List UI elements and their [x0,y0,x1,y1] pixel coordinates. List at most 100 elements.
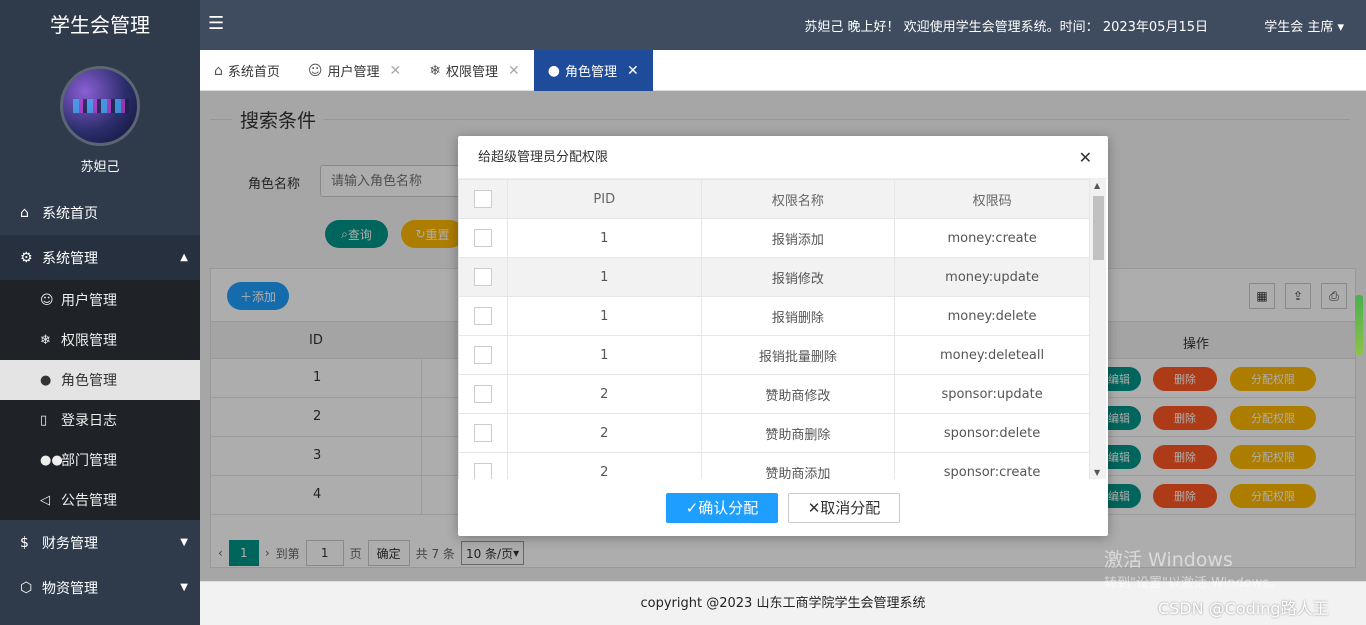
tab-permissions[interactable]: ❄ 权限管理 ✕ [415,50,533,91]
row-select-cell [458,296,508,336]
check-icon: ✓ [685,498,699,517]
snowflake-icon: ❄ [429,62,441,79]
select-all-checkbox[interactable] [473,190,492,208]
row-perm-code: sponsor:delete [894,413,1090,453]
dialog-scrollbar[interactable]: ▲ ▼ [1090,179,1106,479]
row-checkbox[interactable] [473,463,492,479]
col-pid-header: PID [506,179,702,219]
close-icon[interactable]: ✕ [508,63,520,79]
sidebar-item-roles[interactable]: ● 角色管理 [0,360,200,400]
row-select-cell [458,374,508,414]
sidebar-item-material[interactable]: ⬡ 物资管理 ▼ [0,565,200,610]
sidebar-item-label: 权限管理 [61,333,117,349]
sidebar: 学生会管理 苏妲己 ⌂ 系统首页 ⚙ 系统管理 ▲ ☺ 用户管理 ❄ 权限管理 … [0,0,200,625]
permission-row[interactable]: 1 报销添加 money:create [458,218,1090,258]
welcome-text: 苏妲己 晚上好！ 欢迎使用学生会管理系统。时间： 2023年05月15日 [804,20,1208,35]
row-checkbox[interactable] [473,229,492,247]
permission-row[interactable]: 2 赞助商修改 sponsor:update [458,374,1090,414]
col-code-header: 权限码 [894,179,1090,219]
tab-label: 角色管理 [564,65,617,80]
scroll-down-icon[interactable]: ▼ [1094,468,1100,477]
row-perm-name: 报销修改 [700,257,896,297]
dollar-icon: $ [20,534,29,551]
row-pid: 2 [506,374,702,414]
sidebar-item-label: 公告管理 [61,493,117,509]
home-icon: ⌂ [20,204,29,221]
assign-permission-dialog: 给超级管理员分配权限 ✕ PID 权限名称 权限码 1 报销添加 money:c… [458,136,1108,536]
sidebar-item-departments[interactable]: ●● 部门管理 [0,440,200,480]
row-checkbox[interactable] [473,346,492,364]
x-icon: ✕ [807,498,821,517]
file-icon: ▯ [40,412,48,428]
row-perm-name: 赞助商删除 [700,413,896,453]
confirm-assign-button[interactable]: ✓ 确认分配 [666,492,778,523]
col-name-header: 权限名称 [700,179,896,219]
permission-row[interactable]: 2 赞助商删除 sponsor:delete [458,413,1090,453]
row-checkbox[interactable] [473,424,492,442]
row-pid: 1 [506,257,702,297]
sidebar-item-login-log[interactable]: ▯ 登录日志 [0,400,200,440]
row-pid: 2 [506,413,702,453]
sidebar-item-users[interactable]: ☺ 用户管理 [0,280,200,320]
scroll-thumb[interactable] [1093,196,1104,260]
row-select-cell [458,452,508,479]
dialog-title: 给超级管理员分配权限 [458,136,1108,179]
sidebar-item-notices[interactable]: ◁ 公告管理 [0,480,200,520]
scroll-up-icon[interactable]: ▲ [1094,181,1100,190]
sidebar-item-system[interactable]: ⚙ 系统管理 ▲ [0,235,200,280]
row-perm-code: money:create [894,218,1090,258]
sidebar-item-label: 物资管理 [42,580,98,597]
sidebar-item-label: 登录日志 [61,413,117,429]
close-icon[interactable]: ✕ [627,63,639,79]
permission-row[interactable]: 1 报销修改 money:update [458,257,1090,297]
home-icon: ⌂ [214,62,223,79]
tab-label: 权限管理 [446,65,499,80]
sidebar-item-label: 系统首页 [42,205,98,222]
sidebar-item-label: 用户管理 [61,293,117,309]
tab-home[interactable]: ⌂ 系统首页 [200,50,294,91]
sidebar-item-label: 部门管理 [61,453,117,469]
row-perm-name: 报销添加 [700,218,896,258]
row-perm-code: money:update [894,257,1090,297]
row-perm-code: money:delete [894,296,1090,336]
caret-down-icon: ▼ [180,537,188,548]
row-pid: 1 [506,218,702,258]
top-header: ☰ 苏妲己 晚上好！ 欢迎使用学生会管理系统。时间： 2023年05月15日 学… [200,0,1366,50]
select-all-cell [458,179,508,219]
cancel-assign-button[interactable]: ✕ 取消分配 [788,492,900,523]
side-indicator [1355,295,1363,355]
row-pid: 2 [506,452,702,479]
close-icon[interactable]: ✕ [390,63,402,79]
row-select-cell [458,413,508,453]
tab-roles[interactable]: ● 角色管理 ✕ [533,50,653,91]
gear-icon: ⚙ [20,249,33,266]
avatar[interactable] [60,66,140,146]
permission-row[interactable]: 2 赞助商添加 sponsor:create [458,452,1090,479]
row-perm-name: 报销批量删除 [700,335,896,375]
tab-users[interactable]: ☺ 用户管理 ✕ [294,50,415,91]
row-checkbox[interactable] [473,268,492,286]
permission-row[interactable]: 1 报销批量删除 money:deleteall [458,335,1090,375]
row-checkbox[interactable] [473,385,492,403]
close-icon[interactable]: ✕ [1079,148,1092,167]
tab-label: 用户管理 [327,65,380,80]
app-logo-title: 学生会管理 [50,13,150,37]
row-checkbox[interactable] [473,307,492,325]
activation-watermark-sub: 转到"设置"以激活 Windows。 [1104,576,1283,591]
sidebar-item-home[interactable]: ⌂ 系统首页 [0,190,200,235]
sidebar-item-finance[interactable]: $ 财务管理 ▼ [0,520,200,565]
user-icon: ☺ [40,292,54,308]
row-select-cell [458,335,508,375]
row-pid: 1 [506,296,702,336]
sidebar-item-permissions[interactable]: ❄ 权限管理 [0,320,200,360]
dialog-footer: ✓ 确认分配 ✕ 取消分配 [458,479,1108,536]
user-role-dropdown[interactable]: 学生会 主席 ▾ [1264,16,1344,35]
confirm-label: 确认分配 [698,499,759,517]
hamburger-menu-icon[interactable]: ☰ [208,13,224,34]
row-select-cell [458,218,508,258]
sidebar-item-label: 角色管理 [61,373,117,389]
row-perm-name: 赞助商修改 [700,374,896,414]
permission-row[interactable]: 1 报销删除 money:delete [458,296,1090,336]
role-label: 学生会 主席 [1264,20,1334,35]
row-perm-code: money:deleteall [894,335,1090,375]
